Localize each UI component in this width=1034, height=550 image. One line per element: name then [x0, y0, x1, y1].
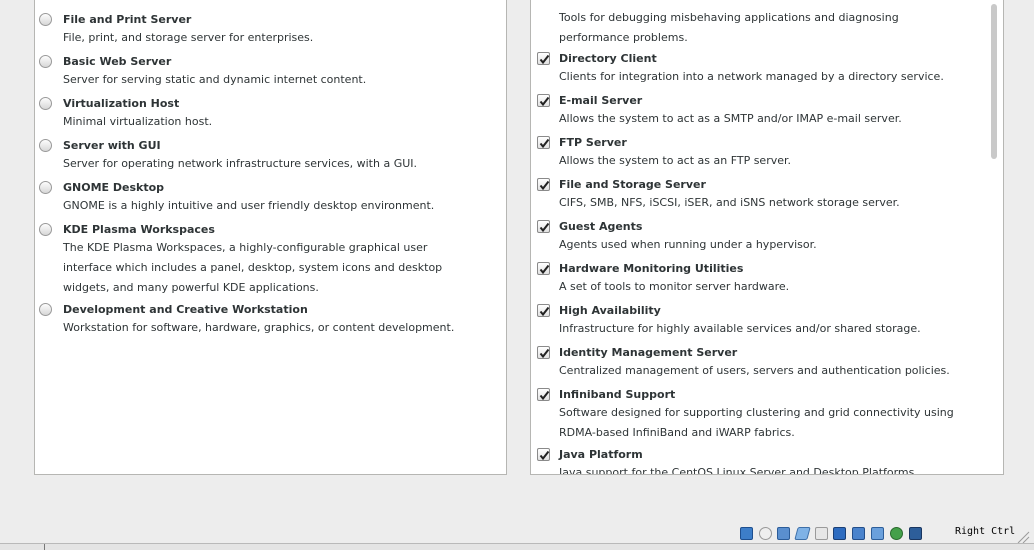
addon-high-availability[interactable]: High Availability Infrastructure for hig… — [531, 303, 1003, 339]
env-option-gnome-desktop[interactable]: GNOME Desktop GNOME is a highly intuitiv… — [35, 180, 506, 216]
addons-scrollbar[interactable] — [989, 0, 999, 470]
addon-title: High Availability — [559, 304, 661, 317]
addon-title: Guest Agents — [559, 220, 643, 233]
addon-desc-line: RDMA-based InfiniBand and iWARP fabrics. — [559, 426, 795, 439]
checkbox-checked[interactable] — [537, 346, 550, 359]
video-capture-icon[interactable] — [852, 527, 865, 540]
addon-desc: A set of tools to monitor server hardwar… — [559, 280, 790, 293]
env-title: File and Print Server — [63, 13, 192, 26]
env-title: KDE Plasma Workspaces — [63, 223, 215, 236]
radio-button[interactable] — [39, 55, 52, 68]
addon-title: Java Platform — [559, 448, 643, 461]
checkbox-checked[interactable] — [537, 136, 550, 149]
addon-guest-agents[interactable]: Guest Agents Agents used when running un… — [531, 219, 1003, 255]
addon-ftp-server[interactable]: FTP Server Allows the system to act as a… — [531, 135, 1003, 171]
addon-desc: Java support for the CentOS Linux Server… — [559, 466, 918, 475]
radio-button[interactable] — [39, 139, 52, 152]
addon-title: E-mail Server — [559, 94, 643, 107]
addon-desc: Allows the system to act as an FTP serve… — [559, 154, 792, 167]
keyboard-capture-icon[interactable] — [909, 527, 922, 540]
env-desc: File, print, and storage server for ente… — [63, 31, 314, 44]
addon-desc: Allows the system to act as a SMTP and/o… — [559, 112, 902, 125]
env-option-server-with-gui[interactable]: Server with GUI Server for operating net… — [35, 138, 506, 174]
addon-hardware-monitoring[interactable]: Hardware Monitoring Utilities A set of t… — [531, 261, 1003, 297]
env-title: Server with GUI — [63, 139, 161, 152]
checkbox-checked[interactable] — [537, 94, 550, 107]
radio-button[interactable] — [39, 303, 52, 316]
radio-button[interactable] — [39, 181, 52, 194]
display-icon[interactable] — [833, 527, 846, 540]
env-desc-line: interface which includes a panel, deskto… — [63, 261, 443, 274]
addon-desc-line: performance problems. — [559, 31, 688, 44]
env-desc: Server for operating network infrastruct… — [63, 157, 418, 170]
checkbox-checked[interactable] — [537, 388, 550, 401]
resize-grip-icon[interactable] — [1014, 530, 1030, 544]
addon-debugging-tools[interactable]: Tools for debugging misbehaving applicat… — [531, 8, 1003, 48]
env-desc: Workstation for software, hardware, grap… — [63, 321, 455, 334]
mouse-integration-icon[interactable] — [890, 527, 903, 540]
env-option-kde-plasma[interactable]: KDE Plasma Workspaces The KDE Plasma Wor… — [35, 222, 506, 298]
addon-desc: Clients for integration into a network m… — [559, 70, 944, 83]
addon-title: File and Storage Server — [559, 178, 706, 191]
env-option-virtualization-host[interactable]: Virtualization Host Minimal virtualizati… — [35, 96, 506, 132]
addon-infiniband-support[interactable]: Infiniband Support Software designed for… — [531, 387, 1003, 443]
env-title: Development and Creative Workstation — [63, 303, 308, 316]
env-desc: Server for serving static and dynamic in… — [63, 73, 367, 86]
env-desc-line: widgets, and many powerful KDE applicati… — [63, 281, 319, 294]
env-title: Basic Web Server — [63, 55, 172, 68]
host-key-label: Right Ctrl — [955, 526, 1016, 537]
checkbox-checked[interactable] — [537, 178, 550, 191]
addon-title: FTP Server — [559, 136, 627, 149]
addon-identity-management[interactable]: Identity Management Server Centralized m… — [531, 345, 1003, 381]
addon-desc: Infrastructure for highly available serv… — [559, 322, 921, 335]
addon-desc: Centralized management of users, servers… — [559, 364, 950, 377]
env-desc: Minimal virtualization host. — [63, 115, 213, 128]
radio-button[interactable] — [39, 13, 52, 26]
addon-title: Directory Client — [559, 52, 657, 65]
addon-title: Hardware Monitoring Utilities — [559, 262, 744, 275]
border-separator — [44, 544, 45, 550]
optical-drive-icon[interactable] — [759, 527, 772, 540]
addon-java-platform[interactable]: Java Platform Java support for the CentO… — [531, 447, 1003, 475]
shared-folders-icon[interactable] — [815, 527, 828, 540]
addon-desc: CIFS, SMB, NFS, iSCSI, iSER, and iSNS ne… — [559, 196, 900, 209]
env-desc: GNOME is a highly intuitive and user fri… — [63, 199, 435, 212]
base-environment-list: File and Print Server File, print, and s… — [34, 0, 507, 475]
cpu-icon[interactable] — [871, 527, 884, 540]
network-icon[interactable] — [777, 527, 790, 540]
addon-email-server[interactable]: E-mail Server Allows the system to act a… — [531, 93, 1003, 129]
env-option-dev-creative-workstation[interactable]: Development and Creative Workstation Wor… — [35, 302, 506, 338]
env-title: GNOME Desktop — [63, 181, 165, 194]
env-title: Virtualization Host — [63, 97, 180, 110]
radio-button[interactable] — [39, 223, 52, 236]
checkbox-checked[interactable] — [537, 304, 550, 317]
storage-icon[interactable] — [740, 527, 753, 540]
addon-title: Infiniband Support — [559, 388, 676, 401]
addon-desc-line: Software designed for supporting cluster… — [559, 406, 954, 419]
checkbox-checked[interactable] — [537, 262, 550, 275]
usb-icon[interactable] — [794, 527, 811, 540]
checkbox-checked[interactable] — [537, 448, 550, 461]
addon-file-storage-server[interactable]: File and Storage Server CIFS, SMB, NFS, … — [531, 177, 1003, 213]
env-desc-line: The KDE Plasma Workspaces, a highly-conf… — [63, 241, 428, 254]
checkbox-checked[interactable] — [537, 220, 550, 233]
addon-desc: Agents used when running under a hypervi… — [559, 238, 817, 251]
env-option-basic-web-server[interactable]: Basic Web Server Server for serving stat… — [35, 54, 506, 90]
checkbox-checked[interactable] — [537, 52, 550, 65]
radio-button[interactable] — [39, 97, 52, 110]
scrollbar-thumb[interactable] — [991, 4, 997, 159]
addons-list: Tools for debugging misbehaving applicat… — [530, 0, 1004, 475]
env-option-file-print-server[interactable]: File and Print Server File, print, and s… — [35, 12, 506, 48]
addon-title: Identity Management Server — [559, 346, 738, 359]
addon-desc-line: Tools for debugging misbehaving applicat… — [559, 11, 899, 24]
addon-directory-client[interactable]: Directory Client Clients for integration… — [531, 51, 1003, 87]
